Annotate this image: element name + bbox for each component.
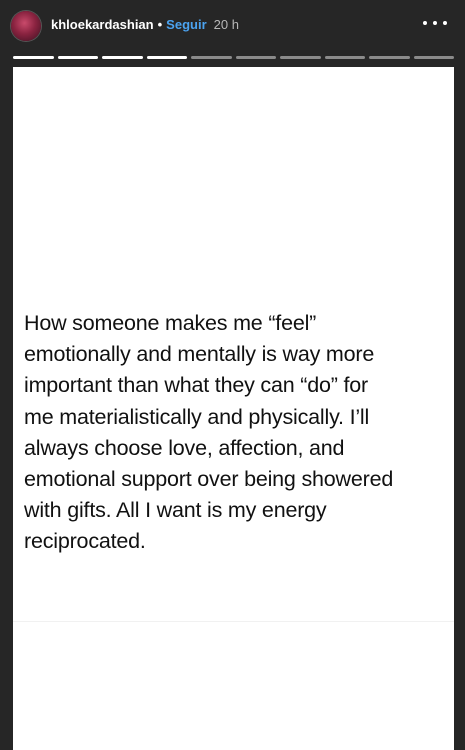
timestamp: 20 h (213, 17, 239, 32)
more-dot-icon (423, 21, 427, 25)
story-meta: khloekardashian • Seguir 20 h (51, 17, 239, 32)
separator-dot: • (157, 17, 163, 32)
more-dot-icon (433, 21, 437, 25)
progress-segment (102, 56, 143, 59)
progress-segment (235, 56, 276, 59)
story-progress-bar (13, 56, 454, 59)
story-header: khloekardashian • Seguir 20 h (0, 0, 465, 56)
story-text: How someone makes me “feel” emotionally … (24, 311, 394, 554)
progress-segment (146, 56, 187, 59)
progress-segment (57, 56, 98, 59)
more-options-button[interactable] (423, 13, 447, 33)
username-link[interactable]: khloekardashian (51, 17, 154, 32)
progress-segment (191, 56, 232, 59)
progress-segment (324, 56, 365, 59)
progress-segment (369, 56, 410, 59)
progress-segment (413, 56, 454, 59)
progress-segment (280, 56, 321, 59)
card-divider (13, 621, 454, 622)
story-viewer[interactable]: khloekardashian • Seguir 20 h How someon… (0, 0, 465, 750)
avatar[interactable] (11, 11, 41, 41)
follow-button[interactable]: Seguir (166, 17, 206, 32)
progress-segment (13, 56, 54, 59)
more-dot-icon (443, 21, 447, 25)
story-card: How someone makes me “feel” emotionally … (13, 67, 454, 750)
